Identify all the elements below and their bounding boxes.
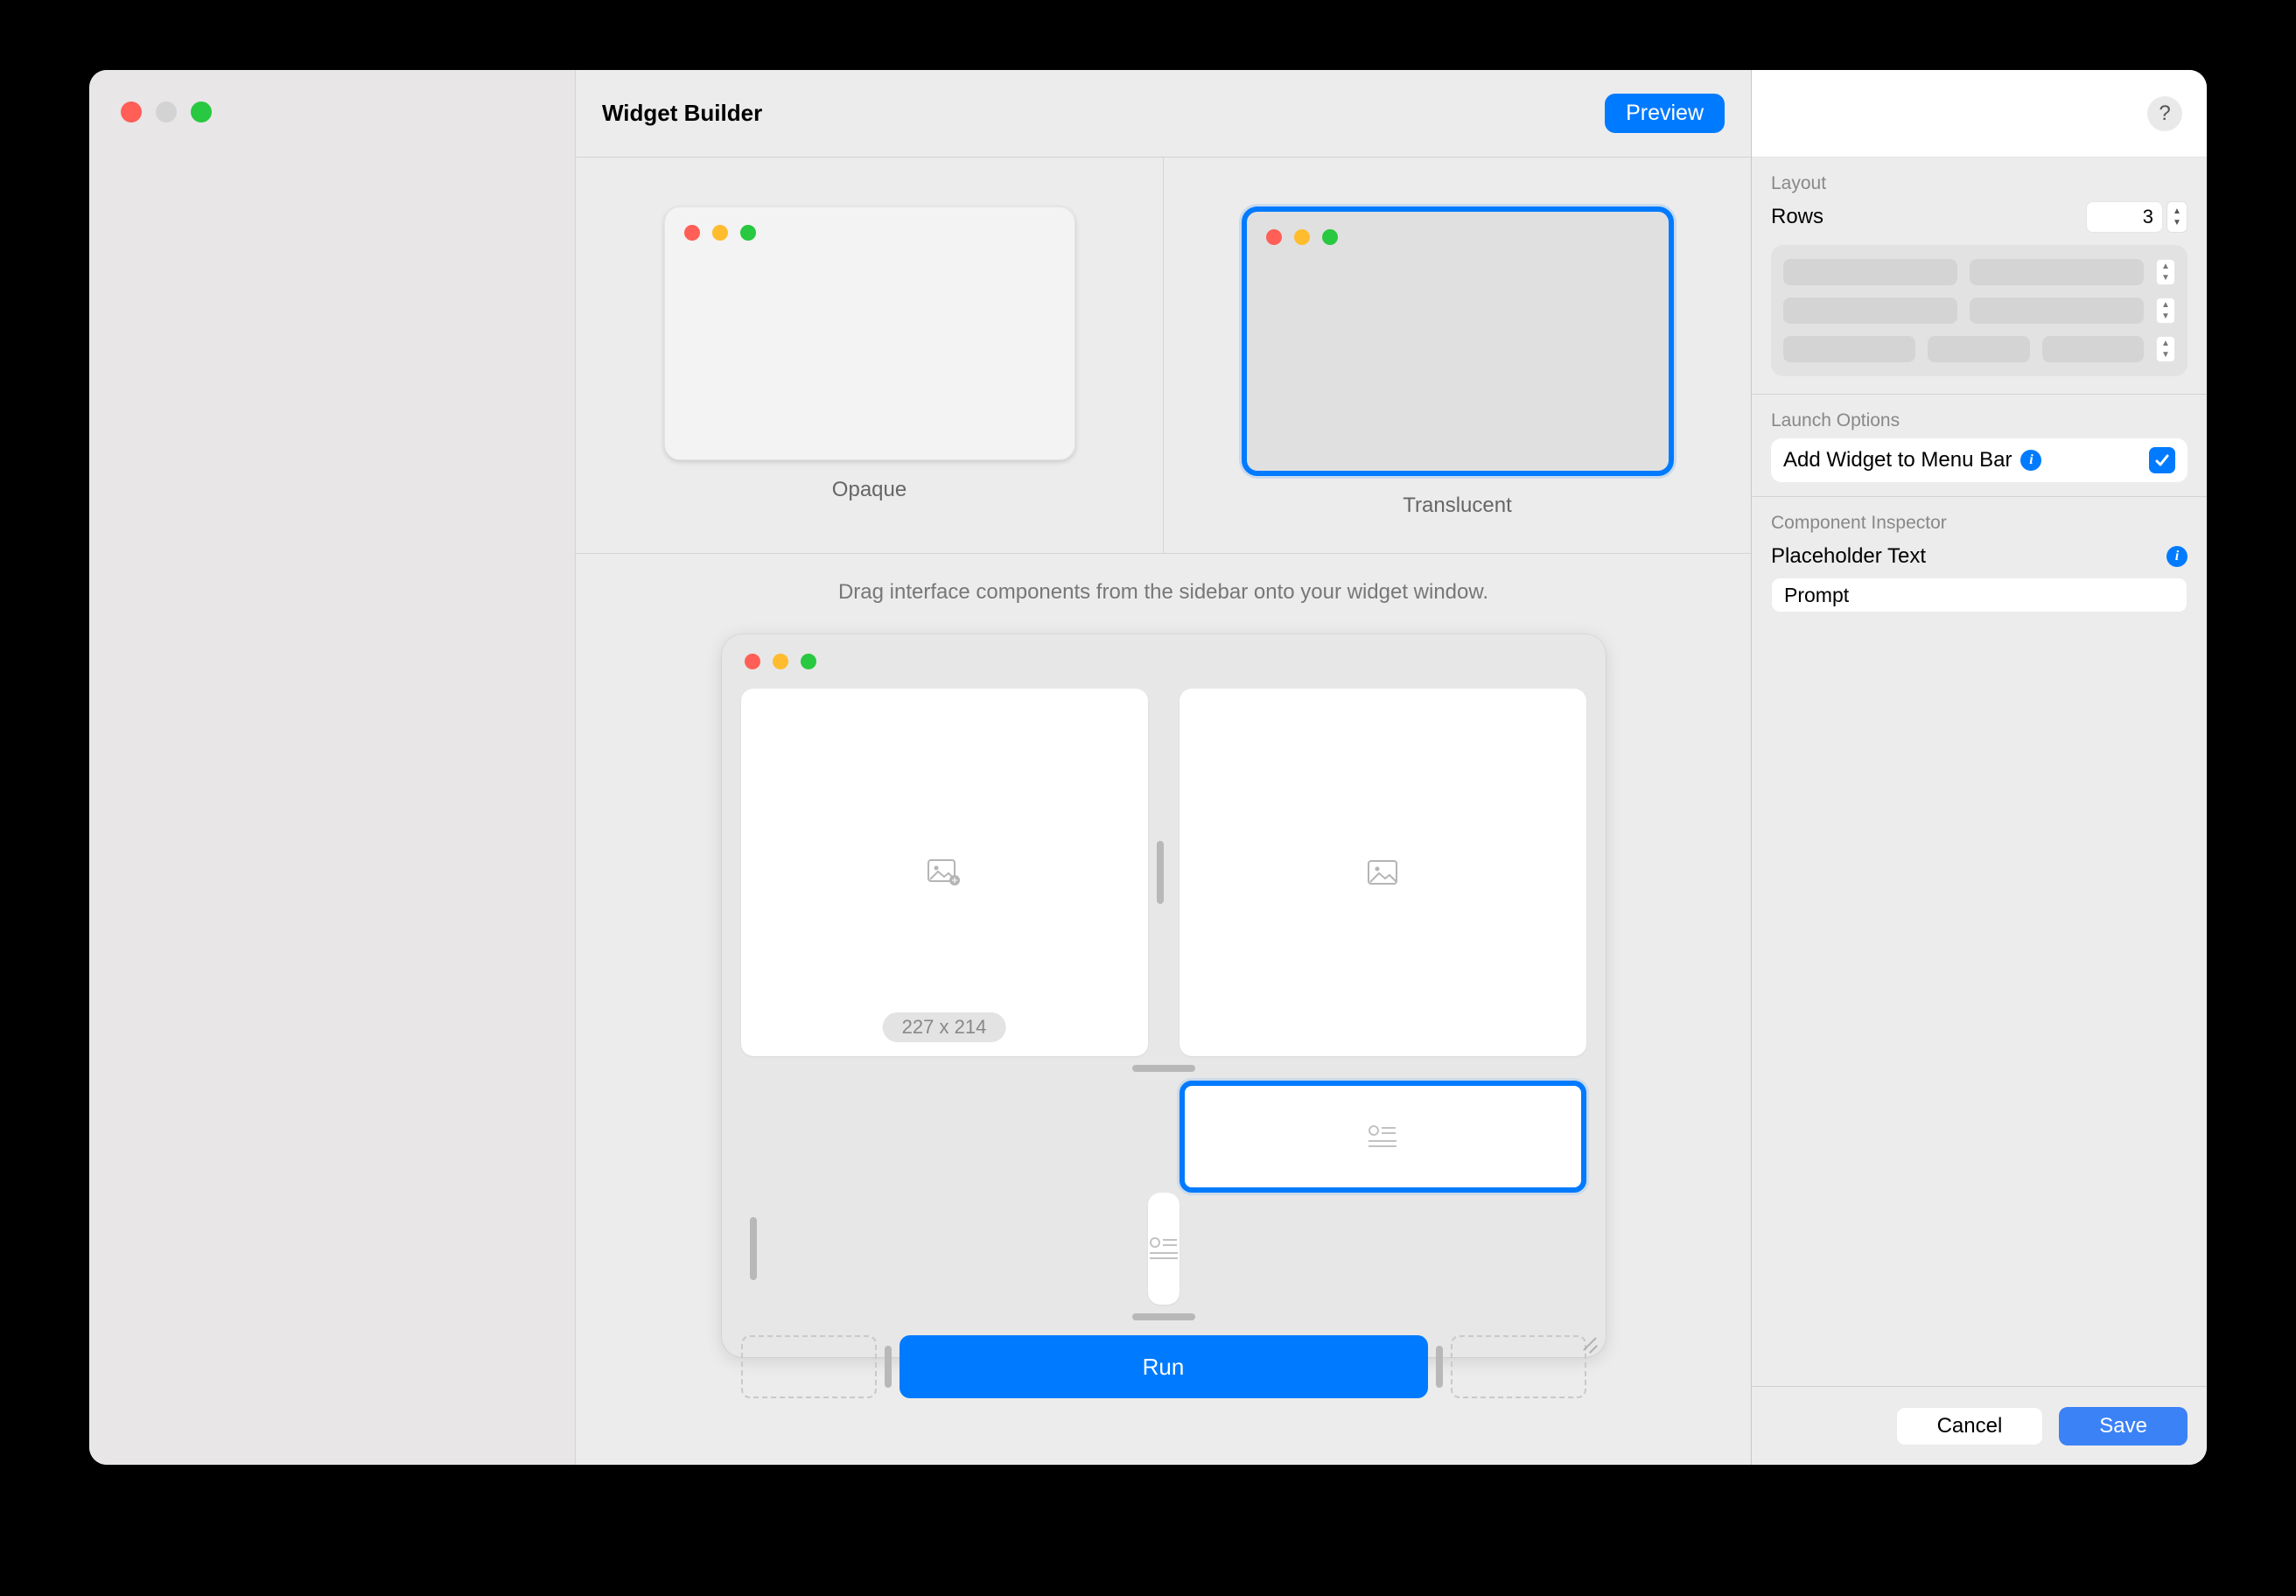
close-icon	[684, 225, 700, 241]
chevron-up-icon: ▲	[2161, 262, 2170, 271]
widget-window: 227 x 214	[722, 634, 1606, 1357]
save-button[interactable]: Save	[2059, 1407, 2188, 1446]
window-resize-grip[interactable]	[1578, 1329, 1599, 1350]
resize-handle-horizontal[interactable]	[741, 1305, 1586, 1329]
style-option-translucent[interactable]: Translucent	[1163, 158, 1751, 553]
layout-cell	[2042, 336, 2144, 362]
canvas-area: Drag interface components from the sideb…	[576, 554, 1751, 1465]
resize-handle-vertical[interactable]	[1428, 1346, 1451, 1388]
placeholder-text-input[interactable]	[1771, 578, 2188, 612]
opaque-preview	[664, 206, 1075, 460]
chevron-down-icon: ▼	[2161, 350, 2170, 360]
launch-option-label: Add Widget to Menu Bar	[1783, 448, 2012, 472]
zoom-icon	[740, 225, 756, 241]
inspector-panel: ? Layout Rows ▲ ▼ ▲▼ ▲▼	[1752, 70, 2207, 1465]
row-stepper[interactable]: ▲▼	[2156, 298, 2175, 324]
zoom-window-button[interactable]	[191, 102, 212, 122]
layout-preview: ▲▼ ▲▼ ▲▼	[1771, 245, 2188, 376]
window-controls	[121, 102, 212, 122]
size-badge: 227 x 214	[883, 1012, 1006, 1042]
zoom-icon	[1322, 229, 1338, 245]
preview-button[interactable]: Preview	[1605, 94, 1725, 133]
style-label-opaque: Opaque	[832, 478, 906, 502]
inspector-header: ?	[1752, 70, 2207, 158]
layout-row-3[interactable]: ▲▼	[1783, 336, 2175, 362]
minimize-icon	[1294, 229, 1310, 245]
image-icon	[1365, 858, 1400, 886]
style-label-translucent: Translucent	[1403, 494, 1512, 518]
resize-handle-vertical[interactable]	[1148, 689, 1172, 1056]
launch-option-row: Add Widget to Menu Bar i	[1771, 438, 2188, 482]
minimize-icon	[773, 654, 788, 669]
info-icon[interactable]: i	[2166, 546, 2188, 567]
close-icon	[1266, 229, 1282, 245]
minimize-icon	[712, 225, 728, 241]
sidebar	[89, 70, 576, 1465]
text-input-component-right[interactable]	[1148, 1193, 1180, 1305]
image-component-right[interactable]	[1180, 689, 1586, 1056]
drop-slot-left[interactable]	[741, 1335, 877, 1398]
chevron-down-icon: ▼	[2161, 273, 2170, 283]
component-section-label: Component Inspector	[1752, 497, 2207, 541]
resize-handle-horizontal[interactable]	[741, 1056, 1586, 1081]
close-icon	[745, 654, 760, 669]
rows-stepper[interactable]: ▲ ▼	[2166, 201, 2188, 233]
row-stepper[interactable]: ▲▼	[2156, 336, 2175, 362]
rows-label: Rows	[1771, 205, 1824, 229]
run-button[interactable]: Run	[900, 1335, 1428, 1398]
drop-slot-right[interactable]	[1451, 1335, 1586, 1398]
layout-cell	[1928, 336, 2029, 362]
page-title: Widget Builder	[602, 100, 762, 127]
layout-cell	[1783, 298, 1957, 324]
cancel-button[interactable]: Cancel	[1896, 1407, 2044, 1446]
chevron-up-icon: ▲	[2173, 206, 2181, 216]
text-input-icon	[1148, 1236, 1180, 1263]
chevron-down-icon: ▼	[2161, 312, 2170, 321]
rows-input[interactable]	[2086, 201, 2163, 233]
layout-cell	[1783, 336, 1915, 362]
canvas-hint: Drag interface components from the sideb…	[838, 580, 1488, 605]
layout-row-1[interactable]: ▲▼	[1783, 259, 2175, 285]
layout-row-2[interactable]: ▲▼	[1783, 298, 2175, 324]
chevron-up-icon: ▲	[2161, 300, 2170, 310]
close-window-button[interactable]	[121, 102, 142, 122]
translucent-preview	[1242, 206, 1674, 476]
resize-handle-vertical[interactable]	[877, 1346, 900, 1388]
menu-bar-checkbox[interactable]	[2149, 447, 2175, 473]
help-button[interactable]: ?	[2147, 96, 2182, 131]
rows-row: Rows ▲ ▼	[1752, 201, 2207, 245]
text-input-component-left[interactable]	[1180, 1081, 1586, 1193]
launch-section-label: Launch Options	[1752, 395, 2207, 438]
layout-section-label: Layout	[1752, 158, 2207, 201]
text-input-icon	[1367, 1124, 1398, 1151]
info-icon[interactable]: i	[2020, 450, 2041, 471]
minimize-window-button[interactable]	[156, 102, 177, 122]
layout-cell	[1783, 259, 1957, 285]
chevron-up-icon: ▲	[2161, 339, 2170, 348]
header: Widget Builder Preview	[576, 70, 1751, 158]
row-stepper[interactable]: ▲▼	[2156, 259, 2175, 285]
chevron-down-icon: ▼	[2173, 218, 2181, 228]
app-window: Widget Builder Preview Opaque	[89, 70, 2207, 1465]
layout-cell	[1970, 259, 2144, 285]
zoom-icon	[801, 654, 816, 669]
main-area: Widget Builder Preview Opaque	[576, 70, 1752, 1465]
resize-handle-vertical[interactable]	[741, 1193, 766, 1305]
inspector-footer: Cancel Save	[1752, 1386, 2207, 1465]
image-component-left[interactable]: 227 x 214	[741, 689, 1148, 1056]
placeholder-label: Placeholder Text	[1771, 544, 1926, 569]
style-picker: Opaque Translucent	[576, 158, 1751, 554]
layout-cell	[1970, 298, 2144, 324]
style-option-opaque[interactable]: Opaque	[576, 158, 1163, 553]
image-plus-icon	[927, 858, 962, 886]
